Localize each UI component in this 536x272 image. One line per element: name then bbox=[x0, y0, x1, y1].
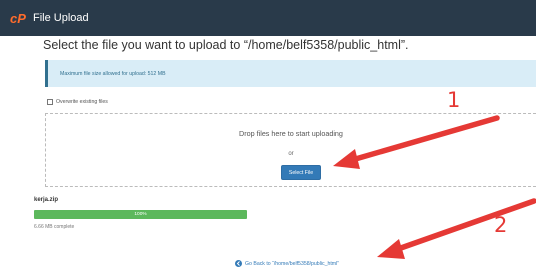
overwrite-checkbox[interactable] bbox=[47, 99, 53, 105]
upload-progress-bar: 100% bbox=[34, 210, 247, 219]
upload-complete-text: 6.66 MB complete bbox=[34, 224, 75, 230]
cpanel-logo-icon: cP bbox=[10, 11, 26, 25]
svg-text:cP: cP bbox=[10, 11, 26, 25]
upload-progress-text: 100% bbox=[134, 212, 147, 217]
drop-zone[interactable]: Drop files here to start uploading or Se… bbox=[45, 113, 536, 187]
top-bar: cP File Upload bbox=[0, 0, 536, 36]
overwrite-option[interactable]: Overwrite existing files bbox=[47, 99, 108, 105]
page-title: Select the file you want to upload to “/… bbox=[43, 38, 409, 52]
annotation-arrow-2 bbox=[395, 198, 536, 252]
go-back-text: Go Back to “/home/belf5358/public_html” bbox=[245, 260, 340, 267]
circle-arrow-left-icon bbox=[235, 260, 242, 267]
max-size-text: Maximum file size allowed for upload: 51… bbox=[60, 70, 166, 77]
upload-progress-fill: 100% bbox=[34, 210, 247, 219]
uploaded-file-name: kerja.zip bbox=[34, 197, 59, 203]
or-text: or bbox=[288, 151, 294, 157]
annotation-arrow-2-head bbox=[377, 239, 405, 259]
topbar-title: File Upload bbox=[33, 12, 89, 24]
drop-zone-text: Drop files here to start uploading bbox=[239, 129, 343, 138]
select-file-button[interactable]: Select File bbox=[281, 165, 321, 180]
annotation-label-1: 1 bbox=[447, 88, 461, 112]
cpanel-logo[interactable]: cP bbox=[10, 11, 28, 25]
overwrite-label: Overwrite existing files bbox=[56, 99, 108, 105]
max-size-alert: Maximum file size allowed for upload: 51… bbox=[45, 60, 536, 87]
annotation-label-2: 2 bbox=[494, 213, 508, 237]
go-back-link[interactable]: Go Back to “/home/belf5358/public_html” bbox=[235, 260, 339, 267]
